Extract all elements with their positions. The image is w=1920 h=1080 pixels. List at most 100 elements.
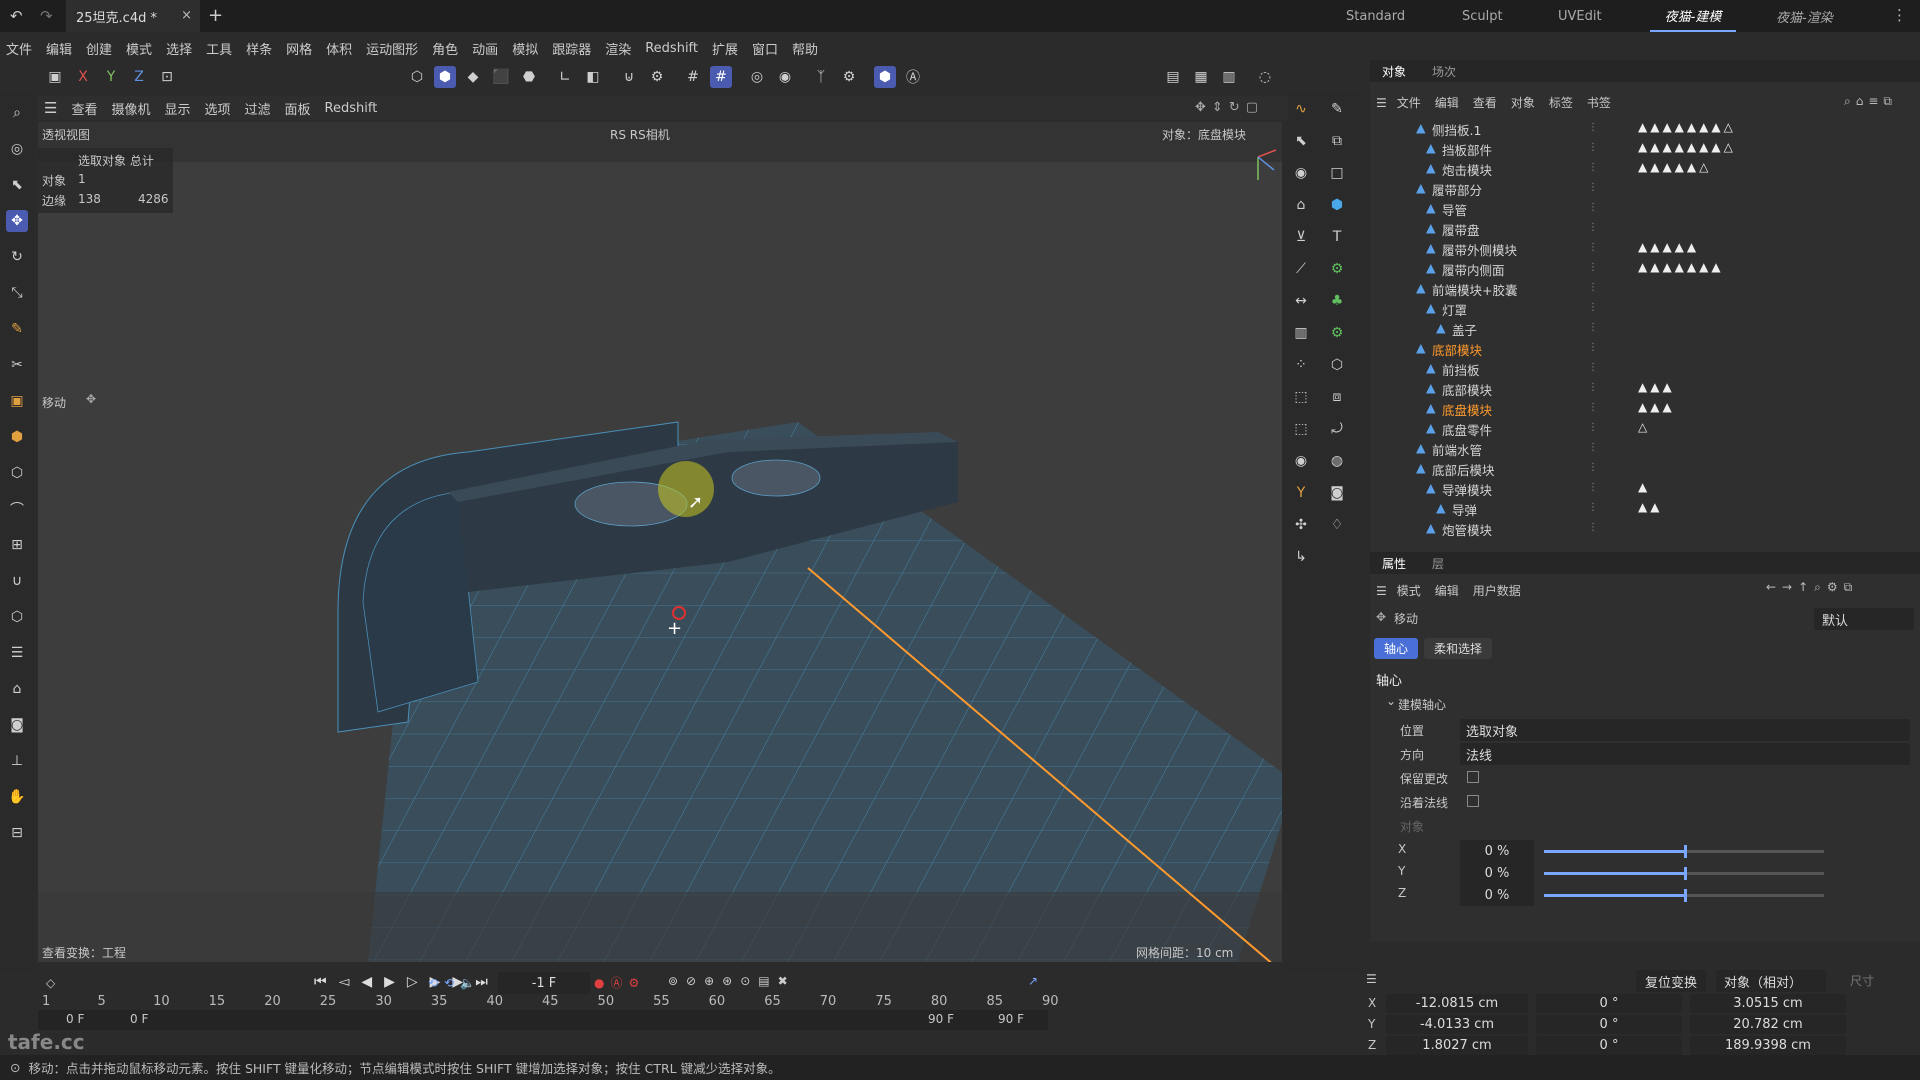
object-name[interactable]: 侧挡板.1	[1432, 120, 1481, 139]
gear-icon[interactable]: ⚙	[1326, 322, 1348, 344]
coordinate-system-icon[interactable]: ⊡	[156, 66, 178, 88]
cube-icon[interactable]: ▣	[6, 390, 28, 412]
objpanel-menu-file[interactable]: 文件	[1397, 94, 1421, 111]
object-tags[interactable]: ▲▲▲	[1638, 380, 1675, 394]
camera-object-icon[interactable]: ◙	[1326, 482, 1348, 504]
measure-icon[interactable]: ↔	[1290, 290, 1312, 312]
snap-icon[interactable]: ⊍	[618, 66, 640, 88]
axis-slider-knob[interactable]	[1684, 889, 1687, 902]
coord-pos-field[interactable]: -12.0815 cm	[1386, 994, 1528, 1013]
layout-tab-render[interactable]: 夜猫-渲染	[1776, 0, 1833, 32]
layout-tab-standard[interactable]: Standard	[1346, 0, 1405, 32]
loop-icons[interactable]: ⟲⟲🔈	[428, 976, 481, 990]
object-name[interactable]: 导弹	[1452, 500, 1477, 519]
object-tree-row[interactable]: ▲ 底盘模块 ⋮ ▲▲▲	[1370, 398, 1920, 418]
object-tags[interactable]: ▲▲▲▲▲	[1638, 240, 1699, 254]
menu-edit[interactable]: 编辑	[46, 39, 72, 58]
coord-rot-field[interactable]: 0 °	[1536, 994, 1682, 1013]
move-handle-icon[interactable]: ✥	[86, 392, 96, 406]
object-name[interactable]: 底部模块	[1432, 340, 1482, 359]
render-region-icon[interactable]: ▤	[1162, 66, 1184, 88]
object-tree-row[interactable]: ▲ 导弹 ⋮ ▲▲	[1370, 498, 1920, 518]
bend-icon[interactable]: ⤾	[1326, 418, 1348, 440]
menu-extensions[interactable]: 扩展	[712, 39, 738, 58]
spline-box-icon[interactable]: ⧉	[1326, 130, 1348, 152]
cube-primitive-icon[interactable]: ⬢	[1326, 194, 1348, 216]
group-title[interactable]: 建模轴心	[1398, 696, 1446, 713]
menu-help[interactable]: 帮助	[792, 39, 818, 58]
edges-mode-icon[interactable]: ⬢	[434, 66, 456, 88]
object-name[interactable]: 履带外侧模块	[1442, 240, 1517, 259]
rotate-tool-icon[interactable]: ↻	[6, 246, 28, 268]
auto-icon[interactable]: Ⓐ	[902, 66, 924, 88]
menu-volume[interactable]: 体积	[326, 39, 352, 58]
object-tags[interactable]: ▲	[1638, 480, 1650, 494]
tab-layers[interactable]: 层	[1432, 555, 1444, 572]
visibility-dots-icon[interactable]: ⋮	[1588, 262, 1598, 274]
object-tree-row[interactable]: ▲ 导弹模块 ⋮ ▲	[1370, 478, 1920, 498]
visibility-dots-icon[interactable]: ⋮	[1588, 202, 1598, 214]
region-select-icon[interactable]: ⬚	[1290, 418, 1312, 440]
menu-character[interactable]: 角色	[432, 39, 458, 58]
layout-tab-uvedit[interactable]: UVEdit	[1558, 0, 1602, 32]
object-name[interactable]: 底盘零件	[1442, 420, 1492, 439]
sketch-icon[interactable]: ✎	[1326, 98, 1348, 120]
menu-redshift[interactable]: Redshift	[645, 41, 698, 56]
axis-slider-knob[interactable]	[1684, 845, 1687, 858]
menu-mograph[interactable]: 运动图形	[366, 39, 418, 58]
layers-icon[interactable]: ☰	[6, 642, 28, 664]
along-normal-checkbox[interactable]	[1467, 795, 1479, 807]
square-icon[interactable]: □	[1326, 162, 1348, 184]
object-name[interactable]: 履带部分	[1432, 180, 1482, 199]
coord-pos-field[interactable]: 1.8027 cm	[1386, 1036, 1528, 1055]
direction-dropdown[interactable]: 法线	[1460, 743, 1910, 765]
visibility-dots-icon[interactable]: ⋮	[1588, 382, 1598, 394]
visibility-dots-icon[interactable]: ⋮	[1588, 142, 1598, 154]
object-name[interactable]: 前端水管	[1432, 440, 1482, 459]
cube-outline-icon[interactable]: ⬡	[6, 462, 28, 484]
objpanel-menu-bookmarks[interactable]: 书签	[1587, 94, 1611, 111]
axis-slider[interactable]	[1544, 845, 1824, 858]
objpanel-menu-view[interactable]: 查看	[1473, 94, 1497, 111]
object-name[interactable]: 履带盘	[1442, 220, 1480, 239]
close-tab-icon[interactable]: ×	[181, 8, 192, 23]
points-scatter-icon[interactable]: ✣	[1290, 514, 1312, 536]
object-tree-row[interactable]: ▲ 侧挡板.1 ⋮ ▲▲▲▲▲▲▲△	[1370, 118, 1920, 138]
undo-icon[interactable]: ↶	[10, 7, 23, 25]
grid-snap-icon[interactable]: #	[682, 66, 704, 88]
visibility-dots-icon[interactable]: ⋮	[1588, 282, 1598, 294]
snap-settings-icon[interactable]: ⚙	[646, 66, 668, 88]
select-arrow-icon[interactable]: ⬉	[6, 174, 28, 196]
object-tree-row[interactable]: ▲ 盖子 ⋮	[1370, 318, 1920, 338]
view-name-label[interactable]: 透视视图	[42, 126, 90, 143]
brush-icon[interactable]: ✎	[6, 318, 28, 340]
disc-icon[interactable]: ◉	[1290, 162, 1312, 184]
viewport-solo-icon[interactable]: ◧	[582, 66, 604, 88]
object-tree-row[interactable]: ▲ 履带盘 ⋮	[1370, 218, 1920, 238]
viewport-menu-filter[interactable]: 过滤	[245, 99, 271, 118]
live-selection-icon[interactable]: ◎	[6, 138, 28, 160]
object-tags[interactable]: ▲▲▲	[1638, 400, 1675, 414]
end-frame-b[interactable]: 90 F	[998, 1012, 1024, 1026]
text-icon[interactable]: T	[1326, 226, 1348, 248]
viewport-hamburger-icon[interactable]: ☰	[44, 99, 57, 117]
move-tool-icon[interactable]: ✥	[6, 210, 28, 232]
coordinate-mode-dropdown[interactable]: 对象（相对）	[1716, 970, 1826, 992]
object-tree-row[interactable]: ▲ 履带外侧模块 ⋮ ▲▲▲▲▲	[1370, 238, 1920, 258]
object-name[interactable]: 挡板部件	[1442, 140, 1492, 159]
object-tree-row[interactable]: ▲ 前挡板 ⋮	[1370, 358, 1920, 378]
axis-corner-icon[interactable]: ↳	[1290, 546, 1312, 568]
menu-mesh[interactable]: 网格	[286, 39, 312, 58]
menu-file[interactable]: 文件	[6, 39, 32, 58]
render-settings-icon[interactable]: ◌	[1254, 66, 1276, 88]
cloner-icon[interactable]: ⚙	[1326, 258, 1348, 280]
object-name[interactable]: 导管	[1442, 200, 1467, 219]
frame-ruler[interactable]: 1 5 10 15 20 25 30 35 40 45 50 55 60 65 70 75 80 85 90	[38, 990, 1059, 1010]
layout-tab-modeling[interactable]: 夜猫-建模	[1650, 0, 1736, 32]
object-tree-row[interactable]: ▲ 前端模块+胶囊 ⋮	[1370, 278, 1920, 298]
ffd-icon[interactable]: ⧈	[1326, 386, 1348, 408]
menu-spline[interactable]: 样条	[246, 39, 272, 58]
object-tree-row[interactable]: ▲ 炮击模块 ⋮ ▲▲▲▲▲△	[1370, 158, 1920, 178]
texture-mode-icon[interactable]: ⬣	[518, 66, 540, 88]
subtab-axis[interactable]: 轴心	[1374, 638, 1419, 659]
